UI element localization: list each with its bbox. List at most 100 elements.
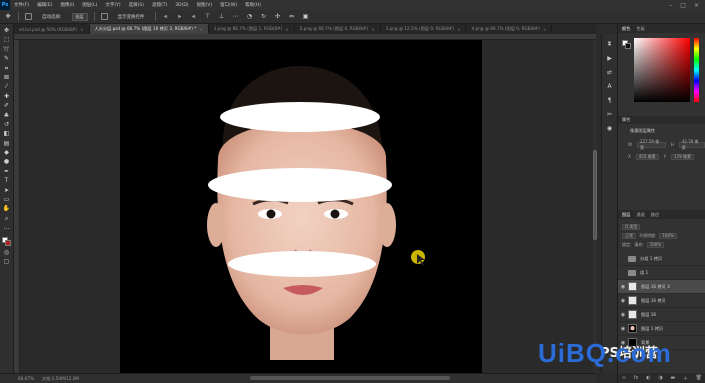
scrollbar-thumb[interactable] bbox=[593, 150, 597, 240]
visibility-eye-icon[interactable]: ◉ bbox=[618, 298, 628, 304]
mask-icon[interactable]: ◐ bbox=[646, 375, 650, 381]
path-select-icon[interactable]: ➤ bbox=[3, 187, 11, 194]
quick-select-tool-icon[interactable]: ✎ bbox=[3, 56, 11, 62]
x-field[interactable]: 455 像素 bbox=[635, 154, 659, 160]
rotate-3d-icon[interactable]: ↻ bbox=[260, 13, 268, 20]
blend-mode-dropdown[interactable]: 正常 bbox=[622, 232, 636, 239]
history-icon[interactable]: ⧗ bbox=[606, 40, 614, 48]
zoom-level[interactable]: 66.67% bbox=[18, 376, 34, 381]
document-canvas[interactable] bbox=[120, 40, 482, 373]
fx-icon[interactable]: fx bbox=[634, 375, 639, 381]
vertical-scrollbar[interactable] bbox=[593, 40, 597, 373]
close-icon[interactable]: × bbox=[285, 27, 289, 32]
layer-row-selected[interactable]: ◉ 图层 16 拷贝 3 bbox=[618, 280, 705, 294]
background-color[interactable] bbox=[4, 239, 11, 246]
type-tool-icon[interactable]: T bbox=[3, 178, 11, 184]
tab-channels[interactable]: 通道 bbox=[636, 212, 644, 218]
brush-settings-icon[interactable]: ✂ bbox=[606, 110, 614, 118]
horizontal-scrollbar[interactable] bbox=[250, 376, 450, 380]
crop-tool-icon[interactable]: ⌗ bbox=[3, 65, 11, 72]
tab-document-1[interactable]: sd.tur.psd @ 50% (RGB/8#) × bbox=[14, 24, 90, 34]
close-icon[interactable]: × bbox=[457, 27, 461, 32]
align-left-icon[interactable]: ⫷ bbox=[162, 13, 170, 20]
hue-slider[interactable] bbox=[694, 38, 699, 102]
history-brush-icon[interactable]: ↺ bbox=[3, 121, 11, 128]
paragraph-icon[interactable]: ¶ bbox=[606, 96, 614, 104]
auto-select-dropdown[interactable]: 图层 bbox=[71, 12, 88, 21]
tab-document-3[interactable]: 1.png @ 66.7% (图层 1, RGB/8#) × bbox=[209, 24, 295, 34]
background-color[interactable] bbox=[625, 43, 631, 49]
menu-select[interactable]: 选择(S) bbox=[125, 2, 148, 8]
visibility-eye-icon[interactable]: ◉ bbox=[618, 326, 628, 332]
move-tool-icon[interactable]: ✥ bbox=[3, 28, 11, 34]
move-tool-icon[interactable]: ✥ bbox=[4, 13, 12, 20]
tab-paths[interactable]: 路径 bbox=[651, 212, 659, 218]
tab-document-2[interactable]: 人头分层.psd @ 66.7% (图层 16 拷贝 3, RGB/8#) * × bbox=[89, 24, 209, 34]
visibility-eye-icon[interactable]: ◉ bbox=[618, 312, 628, 318]
new-layer-icon[interactable]: ＋ bbox=[683, 375, 688, 382]
color-picker-field[interactable] bbox=[634, 38, 690, 102]
adjust-icon[interactable]: ⇄ bbox=[606, 68, 614, 76]
tab-swatches[interactable]: 色板 bbox=[636, 26, 644, 32]
quick-mask-icon[interactable]: ◎ bbox=[3, 249, 11, 256]
pen-tool-icon[interactable]: ✒ bbox=[3, 168, 11, 175]
link-icon[interactable]: ∞ bbox=[622, 375, 626, 381]
new-group-icon[interactable]: ▬ bbox=[670, 375, 675, 381]
close-icon[interactable]: × bbox=[80, 27, 84, 32]
swatches-icon[interactable]: ◉ bbox=[606, 124, 614, 132]
stamp-tool-icon[interactable]: ♣ bbox=[3, 112, 11, 119]
align-top-icon[interactable]: ⊤ bbox=[204, 13, 212, 20]
hand-tool-icon[interactable]: ✋ bbox=[3, 206, 11, 212]
tab-document-5[interactable]: 3.png @ 12.5% (图层 0, RGB/8#) × bbox=[381, 24, 467, 34]
align-center-icon[interactable]: ⫸ bbox=[176, 13, 184, 20]
width-field[interactable]: 227.59 像素 bbox=[636, 139, 666, 150]
slide-3d-icon[interactable]: ⇔ bbox=[288, 13, 296, 20]
lasso-tool-icon[interactable]: ➰ bbox=[3, 46, 11, 53]
layer-row[interactable]: ◉ 图层 16 bbox=[618, 308, 705, 322]
y-field[interactable]: 178 像素 bbox=[671, 154, 695, 160]
close-icon[interactable]: × bbox=[199, 27, 203, 32]
layer-row[interactable]: ◉ 图层 16 拷贝 bbox=[618, 294, 705, 308]
align-right-icon[interactable]: ⫷ bbox=[190, 13, 198, 20]
distribute-icon[interactable]: ⋯ bbox=[232, 13, 240, 20]
menu-edit[interactable]: 编辑(E) bbox=[33, 2, 56, 8]
brush-tool-icon[interactable]: ✐ bbox=[3, 103, 11, 109]
3d-mode-icon[interactable]: ◔ bbox=[246, 13, 254, 20]
actions-icon[interactable]: ▶ bbox=[606, 54, 614, 62]
checkbox-icon[interactable] bbox=[25, 13, 32, 20]
delete-icon[interactable]: 🗑 bbox=[696, 375, 702, 381]
tab-document-4[interactable]: 2.png @ 66.7% (图层 0, RGB/8#) × bbox=[295, 24, 381, 34]
menu-layer[interactable]: 图层(L) bbox=[78, 2, 101, 8]
menu-type[interactable]: 文字(Y) bbox=[101, 2, 124, 8]
minimize-icon[interactable]: – bbox=[669, 2, 672, 9]
more-tools-icon[interactable]: … bbox=[3, 225, 11, 231]
color-swatches[interactable] bbox=[1, 236, 12, 247]
maximize-icon[interactable]: □ bbox=[680, 2, 686, 9]
fill-field[interactable]: 100% bbox=[646, 241, 665, 248]
dodge-tool-icon[interactable]: ● bbox=[3, 159, 11, 165]
tab-color[interactable]: 颜色 bbox=[622, 26, 630, 32]
close-icon[interactable]: × bbox=[543, 27, 547, 32]
frame-tool-icon[interactable]: ⊠ bbox=[3, 74, 11, 81]
blur-tool-icon[interactable]: ◆ bbox=[3, 150, 11, 156]
layer-row[interactable]: 组 1 bbox=[618, 266, 705, 280]
menu-window[interactable]: 窗口(W) bbox=[216, 2, 241, 8]
menu-file[interactable]: 文件(F) bbox=[10, 2, 33, 8]
layer-kind-filter[interactable]: Q 类型 bbox=[622, 223, 641, 230]
eraser-tool-icon[interactable]: ◧ bbox=[3, 131, 11, 137]
height-field[interactable]: 42.78 像素 bbox=[678, 139, 705, 150]
menu-view[interactable]: 视图(V) bbox=[193, 2, 217, 8]
marquee-tool-icon[interactable]: ⬚ bbox=[3, 37, 11, 43]
align-middle-icon[interactable]: ⊥ bbox=[218, 13, 226, 20]
screen-mode-icon[interactable]: ▢ bbox=[3, 259, 11, 265]
close-icon[interactable]: × bbox=[694, 2, 699, 9]
zoom-tool-icon[interactable]: ⌕ bbox=[3, 215, 11, 222]
close-icon[interactable]: × bbox=[371, 27, 375, 32]
character-icon[interactable]: A bbox=[606, 82, 614, 90]
layer-row[interactable]: 分组 1 拷贝 bbox=[618, 252, 705, 266]
layer-row[interactable]: ◉ 图层 1 拷贝 bbox=[618, 322, 705, 336]
tab-properties[interactable]: 属性 bbox=[622, 117, 630, 123]
menu-filter[interactable]: 滤镜(T) bbox=[148, 2, 171, 8]
eyedropper-tool-icon[interactable]: ⁄ bbox=[3, 84, 11, 90]
pan-3d-icon[interactable]: ✣ bbox=[274, 13, 282, 20]
